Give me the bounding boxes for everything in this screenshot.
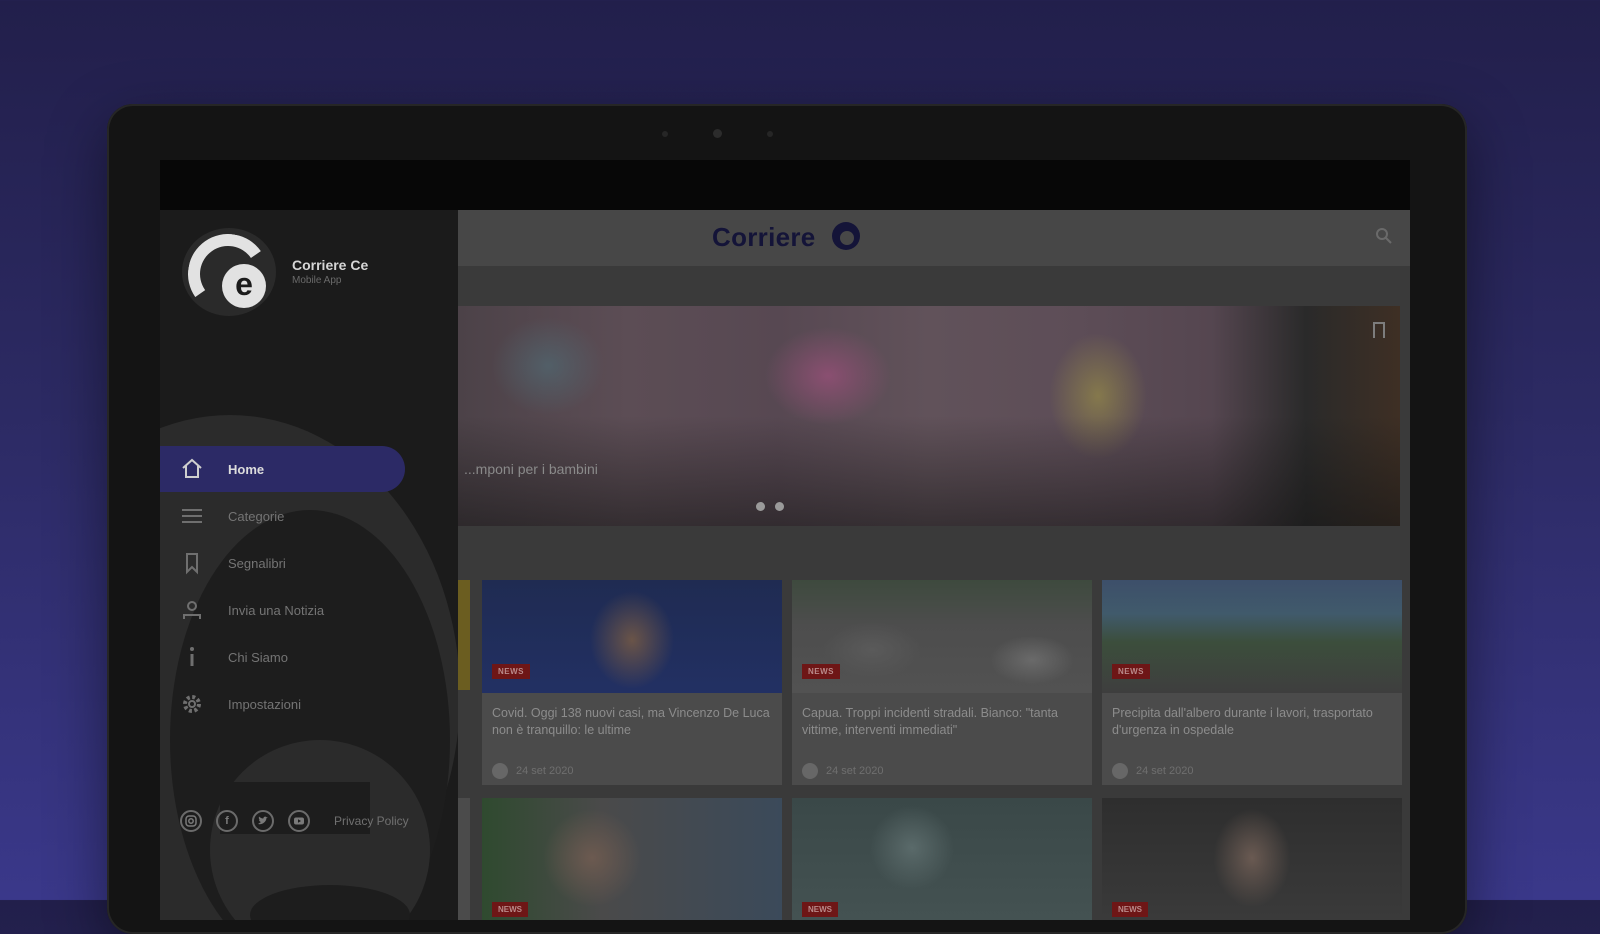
camera-sensor-right (767, 131, 773, 137)
news-meta: 24 set 2020 (1112, 763, 1194, 779)
app-window: Corriere ...mponi per i bambini NEWS Cov… (160, 210, 1410, 920)
sidebar-item-label: Impostazioni (228, 696, 301, 712)
partial-card-left-row2[interactable] (458, 798, 470, 920)
instagram-icon[interactable] (180, 810, 202, 832)
news-title[interactable]: Precipita dall'albero durante i lavori, … (1112, 705, 1392, 739)
sidebar-item-impostazioni[interactable]: Impostazioni (160, 681, 405, 727)
info-icon (180, 645, 204, 669)
news-meta: 24 set 2020 (802, 763, 884, 779)
news-tag: NEWS (492, 664, 530, 679)
header-logo-mark-icon (832, 222, 860, 250)
hero-caption[interactable]: ...mponi per i bambini (464, 461, 598, 477)
sidebar-item-invia-notizia[interactable]: Invia una Notizia (160, 587, 405, 633)
facebook-icon[interactable]: f (216, 810, 238, 832)
list-icon (180, 504, 204, 528)
twitter-icon[interactable] (252, 810, 274, 832)
carousel-dot[interactable] (775, 502, 784, 511)
top-app-bar: Corriere (458, 210, 1410, 267)
news-tag: NEWS (802, 902, 838, 917)
news-card[interactable]: NEWS Covid. Oggi 138 nuovi casi, ma Vinc… (482, 580, 782, 785)
logo-e-icon: e (222, 264, 266, 308)
drawer-app-subtitle: Mobile App (292, 275, 342, 286)
device-screen: Corriere ...mponi per i bambini NEWS Cov… (160, 160, 1410, 920)
sidebar-item-label: Invia una Notizia (228, 602, 325, 618)
author-avatar (1112, 763, 1128, 779)
person-icon (180, 598, 204, 622)
news-card[interactable]: NEWS Capua. Troppi incidenti stradali. B… (792, 580, 1092, 785)
privacy-policy-link[interactable]: Privacy Policy (334, 814, 409, 828)
news-title[interactable]: Capua. Troppi incidenti stradali. Bianco… (802, 705, 1082, 739)
status-bar (160, 160, 1410, 210)
sidebar-item-segnalibri[interactable]: Segnalibri (160, 540, 405, 586)
news-title[interactable]: Covid. Oggi 138 nuovi casi, ma Vincenzo … (492, 705, 772, 739)
carousel-dot[interactable] (756, 502, 765, 511)
author-avatar (802, 763, 818, 779)
sidebar-item-categorie[interactable]: Categorie (160, 493, 405, 539)
news-date: 24 set 2020 (516, 765, 574, 777)
news-date: 24 set 2020 (826, 765, 884, 777)
news-card[interactable]: NEWS (482, 798, 782, 920)
news-card[interactable]: NEWS (792, 798, 1092, 920)
sidebar-item-label: Segnalibri (228, 555, 286, 571)
bookmark-icon[interactable] (1373, 322, 1385, 338)
news-tag: NEWS (1112, 664, 1150, 679)
news-tag: NEWS (802, 664, 840, 679)
front-camera (713, 129, 722, 138)
carousel-dots (756, 502, 784, 511)
search-icon[interactable] (1375, 227, 1393, 245)
navigation-drawer: e Corriere Ce Mobile App Home Categorie (160, 210, 458, 920)
youtube-icon[interactable] (288, 810, 310, 832)
drawer-footer: f Privacy Policy (180, 810, 409, 832)
author-avatar (492, 763, 508, 779)
sidebar-item-label: Categorie (228, 508, 285, 524)
news-tag: NEWS (492, 902, 528, 917)
sidebar-item-home[interactable]: Home (160, 446, 405, 492)
drawer-app-name: Corriere Ce (292, 257, 369, 273)
news-meta: 24 set 2020 (492, 763, 574, 779)
sidebar-item-label: Home (228, 461, 265, 477)
news-card[interactable]: NEWS Precipita dall'albero durante i lav… (1102, 580, 1402, 785)
sidebar-item-label: Chi Siamo (228, 649, 288, 665)
camera-sensor-left (662, 131, 668, 137)
partial-card-left[interactable] (458, 580, 470, 690)
news-card[interactable]: NEWS (1102, 798, 1402, 920)
main-content: Corriere ...mponi per i bambini NEWS Cov… (458, 210, 1410, 920)
hero-carousel[interactable]: ...mponi per i bambini (458, 306, 1400, 526)
home-icon (180, 457, 204, 481)
gear-icon (180, 692, 204, 716)
news-date: 24 set 2020 (1136, 765, 1194, 777)
news-tag: NEWS (1112, 902, 1148, 917)
app-logo: e (182, 228, 276, 316)
bookmark-icon (180, 551, 204, 575)
header-logo[interactable]: Corriere (712, 222, 816, 253)
sidebar-item-chi-siamo[interactable]: Chi Siamo (160, 634, 405, 680)
